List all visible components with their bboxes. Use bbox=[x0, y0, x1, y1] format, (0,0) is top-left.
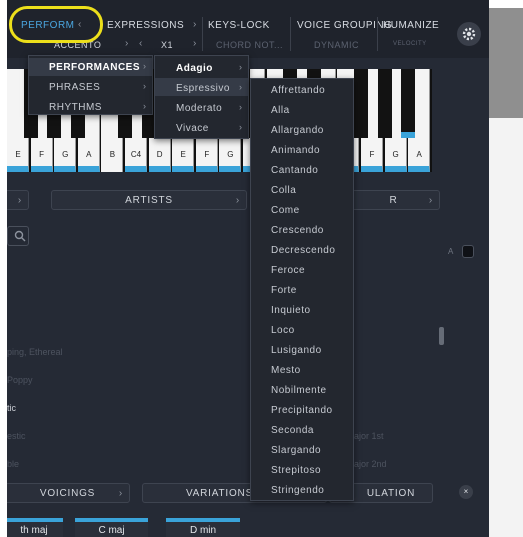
a-toggle[interactable] bbox=[462, 245, 474, 258]
header-divider bbox=[202, 17, 203, 51]
key-label: D bbox=[156, 150, 163, 159]
menu-item-crescendo[interactable]: Crescendo bbox=[271, 225, 324, 236]
annotation-circle bbox=[9, 6, 103, 43]
key-label: F bbox=[369, 150, 375, 159]
keys-lock-value[interactable]: CHORD NOT... bbox=[216, 40, 283, 50]
menu-item-cantando[interactable]: Cantando bbox=[271, 165, 318, 176]
perform-value-next-arrow[interactable]: › bbox=[125, 38, 128, 49]
chord-tile[interactable]: C maj bbox=[75, 518, 148, 537]
background-panel bbox=[489, 118, 523, 537]
submenu-arrow-icon: › bbox=[143, 81, 146, 91]
key-label: A bbox=[416, 150, 422, 159]
key-label: E bbox=[180, 150, 186, 159]
menu-item-allargando[interactable]: Allargando bbox=[271, 125, 324, 136]
submenu-arrow-icon: › bbox=[239, 102, 242, 112]
humanize-tab[interactable]: HUMANIZE bbox=[383, 20, 439, 31]
menu-item-mesto[interactable]: Mesto bbox=[271, 365, 301, 376]
key-label: G bbox=[227, 150, 234, 159]
key-label: G bbox=[392, 150, 399, 159]
performances-submenu: Adagio › Espressivo › Moderato › Vivace … bbox=[154, 55, 249, 139]
settings-button[interactable] bbox=[457, 22, 481, 46]
submenu-arrow-icon: › bbox=[239, 82, 242, 92]
list-item[interactable]: Poppy bbox=[7, 375, 33, 385]
a-toggle-label: A bbox=[448, 247, 454, 256]
close-icon[interactable]: × bbox=[459, 485, 473, 499]
black-key[interactable] bbox=[401, 69, 416, 138]
voicings-button[interactable]: VOICINGS › bbox=[7, 483, 130, 503]
background-strip bbox=[489, 0, 523, 537]
menu-item-inquieto[interactable]: Inquieto bbox=[271, 305, 311, 316]
chord-tile[interactable]: th maj bbox=[7, 518, 63, 537]
artists-button[interactable]: ARTISTS › bbox=[51, 190, 247, 210]
gear-icon bbox=[462, 27, 476, 41]
voice-grouping-value[interactable]: DYNAMIC bbox=[314, 40, 359, 50]
submenu-arrow-icon: › bbox=[239, 62, 242, 72]
menu-item-vivace[interactable]: Vivace bbox=[176, 123, 209, 134]
voice-grouping-tab[interactable]: VOICE GROUPING bbox=[297, 20, 392, 31]
menu-item-affrettando[interactable]: Affrettando bbox=[271, 85, 325, 96]
menu-item-adagio[interactable]: Adagio bbox=[176, 63, 213, 74]
submenu-arrow-icon: › bbox=[143, 101, 146, 111]
list-item[interactable]: ajor 1st bbox=[354, 431, 384, 441]
expressions-next-arrow[interactable]: › bbox=[193, 19, 196, 30]
menu-item-performances[interactable]: PERFORMANCES bbox=[49, 62, 140, 73]
chord-tile[interactable]: D min bbox=[166, 518, 240, 537]
black-key[interactable] bbox=[377, 69, 392, 138]
menu-item-decrescendo[interactable]: Decrescendo bbox=[271, 245, 335, 256]
menu-item-forte[interactable]: Forte bbox=[271, 285, 297, 296]
menu-item-rhythms[interactable]: RHYTHMS bbox=[49, 102, 102, 113]
app-window: PERFORM ‹ EXPRESSIONS › KEYS-LOCK VOICE … bbox=[7, 0, 489, 537]
menu-item-moderato[interactable]: Moderato bbox=[176, 103, 222, 114]
key-label: G bbox=[62, 150, 69, 159]
menu-item-nobilmente[interactable]: Nobilmente bbox=[271, 385, 327, 396]
menu-item-slargando[interactable]: Slargando bbox=[271, 445, 321, 456]
expressions-value-prev-arrow[interactable]: ‹ bbox=[139, 38, 142, 49]
list-item[interactable]: estic bbox=[7, 431, 26, 441]
menu-item-come[interactable]: Come bbox=[271, 205, 300, 216]
menu-item-animando[interactable]: Animando bbox=[271, 145, 320, 156]
search-icon bbox=[14, 230, 26, 242]
keys-lock-tab[interactable]: KEYS-LOCK bbox=[208, 20, 270, 31]
key-label: E bbox=[15, 150, 21, 159]
list-item[interactable]: tic bbox=[7, 403, 16, 413]
black-key[interactable] bbox=[354, 69, 368, 138]
expressions-value[interactable]: X1 bbox=[161, 40, 173, 50]
key-label: C4 bbox=[130, 150, 142, 159]
menu-item-strepitoso[interactable]: Strepitoso bbox=[271, 465, 321, 476]
key-label: B bbox=[109, 150, 116, 159]
search-field[interactable] bbox=[7, 226, 29, 246]
background-panel bbox=[489, 8, 523, 118]
menu-item-colla[interactable]: Colla bbox=[271, 185, 296, 196]
submenu-arrow-icon: › bbox=[143, 61, 146, 71]
header-divider bbox=[290, 17, 291, 51]
expressions-value-next-arrow[interactable]: › bbox=[193, 38, 196, 49]
menu-item-phrases[interactable]: PHRASES bbox=[49, 82, 100, 93]
menu-item-alla[interactable]: Alla bbox=[271, 105, 290, 116]
menu-item-seconda[interactable]: Seconda bbox=[271, 425, 314, 436]
menu-item-lusigando[interactable]: Lusigando bbox=[271, 345, 322, 356]
header-divider bbox=[377, 17, 378, 51]
humanize-value[interactable]: VELOCITY bbox=[393, 41, 427, 47]
key-label: A bbox=[86, 150, 92, 159]
menu-item-feroce[interactable]: Feroce bbox=[271, 265, 305, 276]
list-item[interactable]: ping, Ethereal bbox=[7, 347, 63, 357]
expressions-tab[interactable]: EXPRESSIONS bbox=[107, 20, 184, 31]
list-item[interactable]: ajor 2nd bbox=[354, 459, 387, 469]
list-item[interactable]: ble bbox=[7, 459, 19, 469]
menu-item-espressivo[interactable]: Espressivo bbox=[176, 83, 230, 94]
menu-item-stringendo[interactable]: Stringendo bbox=[271, 485, 324, 496]
perform-menu: PERFORMANCES › PHRASES › RHYTHMS › bbox=[28, 55, 153, 115]
espressivo-submenu: Affrettando Alla Allargando Animando Cantand… bbox=[250, 78, 354, 501]
category-button-left[interactable]: › bbox=[7, 190, 29, 210]
key-label: F bbox=[39, 150, 45, 159]
list-scrollbar[interactable] bbox=[439, 327, 444, 345]
key-label: F bbox=[204, 150, 210, 159]
menu-item-precipitando[interactable]: Precipitando bbox=[271, 405, 333, 416]
menu-item-loco[interactable]: Loco bbox=[271, 325, 295, 336]
submenu-arrow-icon: › bbox=[239, 122, 242, 132]
